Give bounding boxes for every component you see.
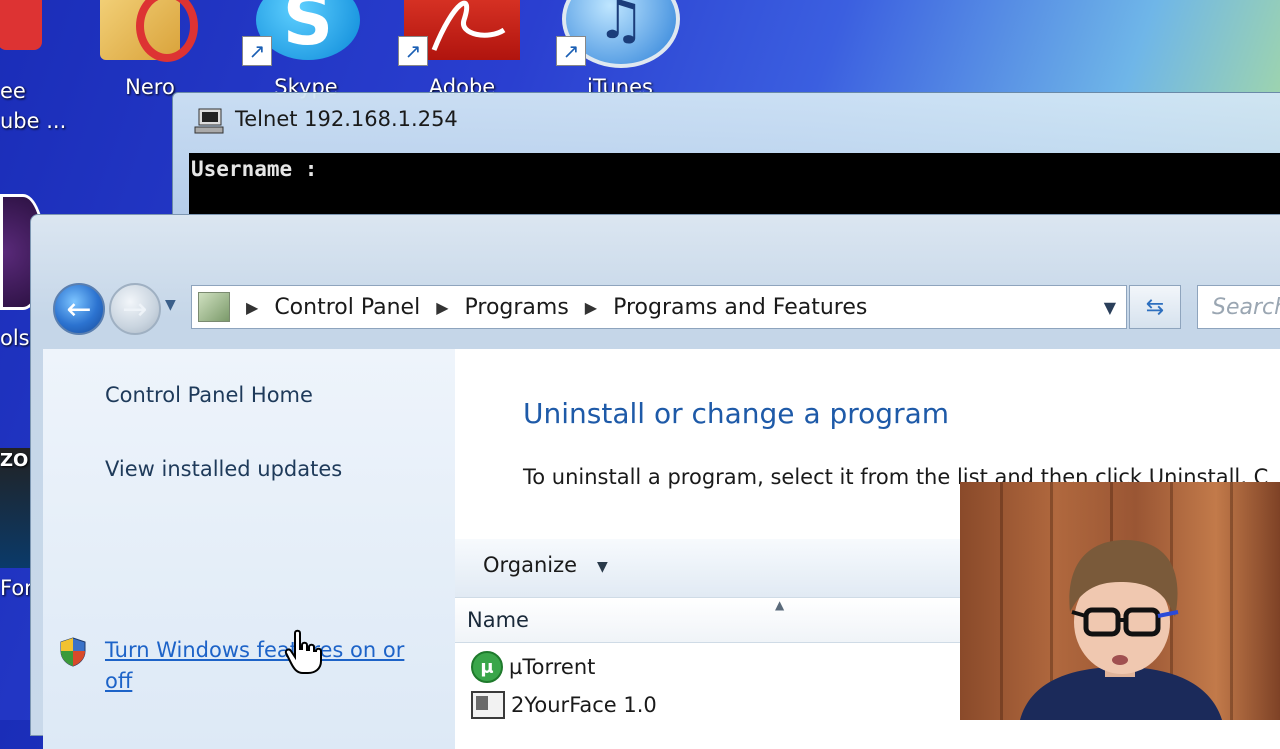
window-title: Telnet 192.168.1.254 <box>235 107 458 131</box>
address-dropdown-icon[interactable]: ▼ <box>1104 298 1116 317</box>
recent-pages-dropdown[interactable]: ▼ <box>165 297 176 313</box>
desktop-icon-label: ee ube ... <box>0 79 67 133</box>
shortcut-arrow-icon: ↗ <box>242 36 272 66</box>
desktop-icon-label: ols <box>0 326 30 350</box>
breadcrumb-separator-icon[interactable]: ▶ <box>585 298 597 317</box>
uac-shield-icon <box>59 637 87 667</box>
program-row[interactable]: μ µTorrent <box>471 651 595 683</box>
breadcrumb-control-panel[interactable]: Control Panel <box>274 295 420 320</box>
person-figure <box>1020 540 1222 720</box>
control-panel-home-link[interactable]: Control Panel Home <box>105 383 313 407</box>
telnet-icon <box>193 107 225 135</box>
page-title: Uninstall or change a program <box>523 397 950 430</box>
desktop-icon-label: For <box>0 576 33 600</box>
webcam-overlay <box>960 482 1280 720</box>
forward-button[interactable]: → <box>109 283 161 335</box>
telnet-window[interactable]: Telnet 192.168.1.254 Username : <box>172 92 1280 234</box>
address-bar[interactable]: ▶ Control Panel ▶ Programs ▶ Programs an… <box>191 285 1127 329</box>
mouse-cursor-hand-icon <box>283 629 323 679</box>
program-row[interactable]: 2YourFace 1.0 <box>471 691 657 719</box>
youtube-app-icon <box>0 0 42 50</box>
organize-button[interactable]: Organize <box>483 553 577 577</box>
desktop-icon-skype[interactable]: S ↗ Skype <box>242 0 366 100</box>
chevron-down-icon[interactable]: ▼ <box>597 559 608 575</box>
breadcrumb-programs-and-features[interactable]: Programs and Features <box>613 295 867 320</box>
sort-ascending-icon: ▲ <box>775 598 785 612</box>
breadcrumb-programs[interactable]: Programs <box>465 295 569 320</box>
desktop-icon-nero[interactable]: Nero <box>92 0 212 100</box>
nero-icon <box>136 0 198 62</box>
breadcrumb-separator-icon[interactable]: ▶ <box>246 298 258 317</box>
utorrent-icon: μ <box>471 651 503 683</box>
search-placeholder: Search <box>1212 294 1280 320</box>
desktop-icon-adobe[interactable]: ↗ Adobe <box>398 0 522 100</box>
desktop-icon-free-youtube[interactable]: ee ube ... <box>0 0 66 133</box>
control-panel-icon <box>198 292 230 322</box>
program-name: 2YourFace 1.0 <box>511 693 657 717</box>
desktop-icon-itunes[interactable]: ♫ ↗ iTunes <box>556 0 680 100</box>
turn-windows-features-link[interactable]: Turn Windows features on or off <box>105 635 435 697</box>
column-header-name[interactable]: Name <box>467 608 529 632</box>
view-installed-updates-link[interactable]: View installed updates <box>105 457 342 481</box>
desktop-icon-label: ZO <box>0 450 29 471</box>
shortcut-arrow-icon: ↗ <box>556 36 586 66</box>
refresh-button[interactable]: ⇆ <box>1129 285 1181 329</box>
breadcrumb-separator-icon[interactable]: ▶ <box>436 298 448 317</box>
task-pane: Control Panel Home View installed update… <box>43 349 455 749</box>
back-button[interactable]: ← <box>53 283 105 335</box>
back-arrow-icon: ← <box>66 291 92 327</box>
application-icon <box>471 691 505 719</box>
search-input[interactable]: Search <box>1197 285 1280 329</box>
shortcut-arrow-icon: ↗ <box>398 36 428 66</box>
refresh-icon: ⇆ <box>1145 294 1165 320</box>
forward-arrow-icon: → <box>122 291 148 327</box>
console-text: Username : <box>191 157 318 181</box>
program-name: µTorrent <box>509 655 596 679</box>
